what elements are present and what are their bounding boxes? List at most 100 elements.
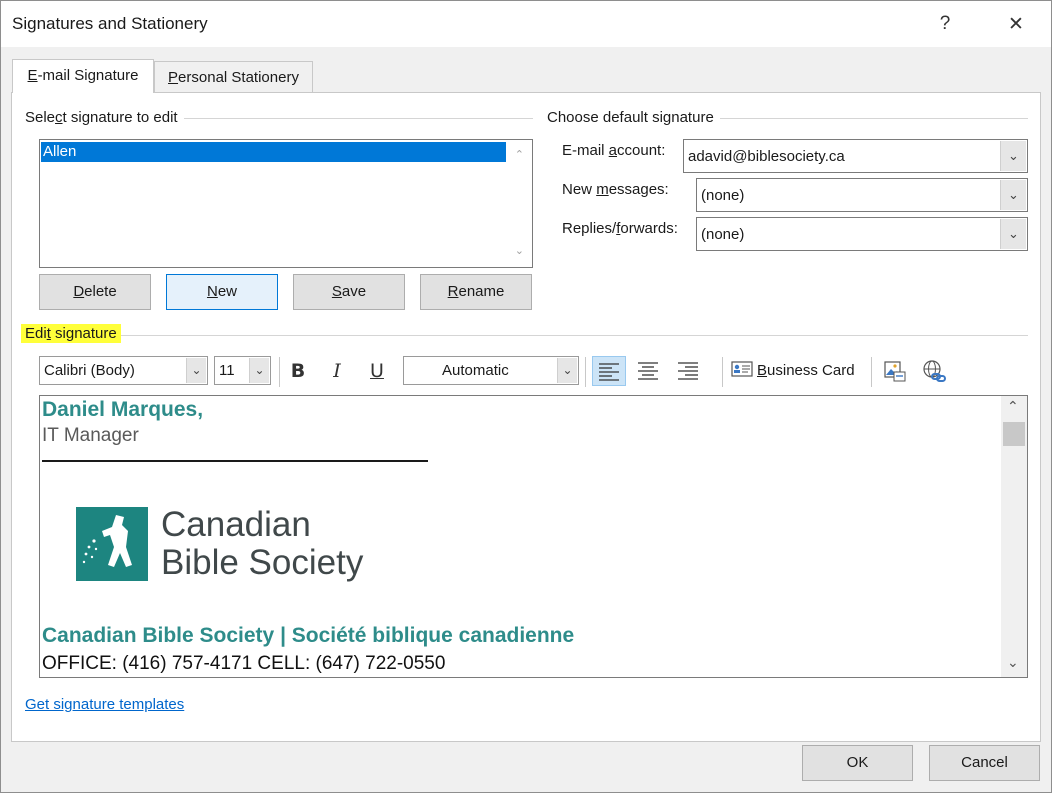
select-value: (none) (701, 226, 745, 243)
help-icon[interactable]: ? (930, 13, 960, 35)
select-value: Calibri (Body) (44, 362, 135, 379)
close-icon[interactable]: ✕ (1001, 13, 1031, 36)
label-post: orwards: (620, 220, 678, 237)
email-account-label: E-mail account: (562, 142, 665, 159)
tab-personal-stationery[interactable]: Personal Stationery (154, 61, 313, 93)
cbs-logo-text: Canadian Bible Society (161, 506, 363, 582)
chevron-down-icon[interactable]: ⌄ (249, 358, 269, 383)
insert-hyperlink-button[interactable] (918, 356, 950, 386)
label-accel: a (608, 142, 618, 159)
label-pre: E-mail (562, 142, 609, 159)
divider (25, 335, 1028, 336)
toolbar-separator (585, 357, 586, 387)
toolbar-separator (871, 357, 872, 387)
ok-button[interactable]: OK (802, 745, 913, 781)
italic-button[interactable]: I (321, 356, 353, 386)
label-post: ccount: (617, 142, 666, 159)
replies-forwards-label: Replies/forwards: (562, 220, 678, 237)
label-accel: c (55, 109, 63, 126)
edit-signature-label: Edit signature (21, 324, 121, 343)
align-center-button[interactable] (631, 356, 665, 386)
title-bar: Signatures and Stationery ? ✕ (1, 1, 1051, 47)
select-value: adavid@biblesociety.ca (688, 148, 845, 165)
signature-role: IT Manager (42, 425, 139, 446)
delete-button[interactable]: Delete (39, 274, 151, 310)
hyperlink-icon (923, 360, 946, 382)
scroll-down-icon[interactable]: ⌄ (515, 244, 524, 257)
cbs-logo-mark (76, 507, 148, 581)
select-value: Automatic (442, 362, 509, 379)
new-button[interactable]: New (166, 274, 278, 310)
chevron-down-icon[interactable]: ⌄ (557, 358, 577, 383)
chevron-down-icon[interactable]: ⌄ (1000, 180, 1026, 210)
button-label: ename (458, 283, 505, 300)
label-pre: Replies/ (562, 220, 617, 237)
signature-org: Canadian Bible Society | Société bibliqu… (42, 624, 575, 647)
chevron-down-icon[interactable]: ⌄ (1000, 141, 1026, 171)
list-item[interactable]: Allen (41, 142, 506, 162)
insert-picture-button[interactable] (879, 356, 911, 386)
align-right-button[interactable] (671, 356, 705, 386)
label-accel: m (596, 181, 609, 198)
scroll-down-icon[interactable]: ⌄ (1007, 654, 1019, 671)
replies-forwards-select[interactable]: (none) ⌄ (696, 217, 1028, 251)
toolbar-separator (279, 357, 280, 387)
tab-label-accel: P (168, 69, 179, 86)
new-messages-select[interactable]: (none) ⌄ (696, 178, 1028, 212)
align-left-button[interactable] (592, 356, 626, 386)
select-value: 11 (219, 362, 235, 379)
editor-scrollbar[interactable]: ⌃ ⌄ (1001, 396, 1027, 677)
sower-logo-icon (82, 515, 132, 567)
tab-email-signature[interactable]: E-mail Signature (12, 59, 154, 93)
align-right-icon (678, 362, 698, 380)
get-signature-templates-link[interactable]: Get signature templates (25, 696, 184, 713)
button-accel: N (206, 283, 218, 300)
chevron-down-icon[interactable]: ⌄ (1000, 219, 1026, 249)
scroll-up-icon[interactable]: ⌃ (1007, 398, 1019, 415)
select-value: (none) (701, 187, 745, 204)
button-accel: B (757, 362, 768, 379)
button-label: elete (84, 283, 117, 300)
scroll-thumb[interactable] (1003, 422, 1025, 446)
align-left-icon (599, 363, 619, 381)
business-card-button[interactable]: Business Card (731, 356, 861, 386)
picture-icon (884, 361, 906, 382)
select-signature-label: Select signature to edit (25, 109, 184, 126)
scroll-up-icon[interactable]: ⌃ (515, 148, 524, 161)
save-button[interactable]: Save (293, 274, 405, 310)
tab-label-post: -mail Signature (37, 67, 139, 84)
tab-label-accel: E (27, 67, 38, 84)
cancel-button[interactable]: Cancel (929, 745, 1040, 781)
font-size-select[interactable]: 11 ⌄ (214, 356, 271, 385)
label-post: t signature to edit (62, 109, 178, 126)
font-select[interactable]: Calibri (Body) ⌄ (39, 356, 208, 385)
label-post: essages: (608, 181, 669, 198)
business-card-icon (731, 361, 753, 377)
new-messages-label: New messages: (562, 181, 669, 198)
email-account-select[interactable]: adavid@biblesociety.ca ⌄ (683, 139, 1028, 173)
button-accel: R (447, 283, 459, 300)
toolbar-separator (722, 357, 723, 387)
bold-button[interactable]: B (282, 356, 314, 386)
window-title: Signatures and Stationery (12, 14, 208, 33)
button-label: ew (217, 283, 238, 300)
button-label: ave (341, 283, 367, 300)
align-center-icon (638, 362, 658, 380)
signature-editor[interactable]: Daniel Marques, IT Manager Canadian Bibl… (39, 395, 1028, 678)
button-accel: D (73, 283, 85, 300)
tab-label-post: ersonal Stationery (178, 69, 299, 86)
label-post: signature (50, 325, 117, 342)
choose-default-label: Choose default signature (547, 109, 720, 126)
underline-button[interactable]: U (361, 356, 393, 386)
chevron-down-icon[interactable]: ⌄ (186, 358, 206, 383)
signatures-dialog: Signatures and Stationery ? ✕ E-mail Sig… (0, 0, 1052, 793)
label-pre: Edi (25, 325, 47, 342)
label-pre: Sele (25, 109, 56, 126)
button-accel: S (331, 283, 342, 300)
signature-listbox[interactable]: Allen ⌃ ⌄ (39, 139, 533, 268)
signature-phones: OFFICE: (416) 757-4171 CELL: (647) 722-0… (42, 653, 446, 674)
rename-button[interactable]: Rename (420, 274, 532, 310)
logo-line: Bible Society (161, 543, 364, 582)
font-color-select[interactable]: Automatic ⌄ (403, 356, 579, 385)
label-pre: New (562, 181, 597, 198)
